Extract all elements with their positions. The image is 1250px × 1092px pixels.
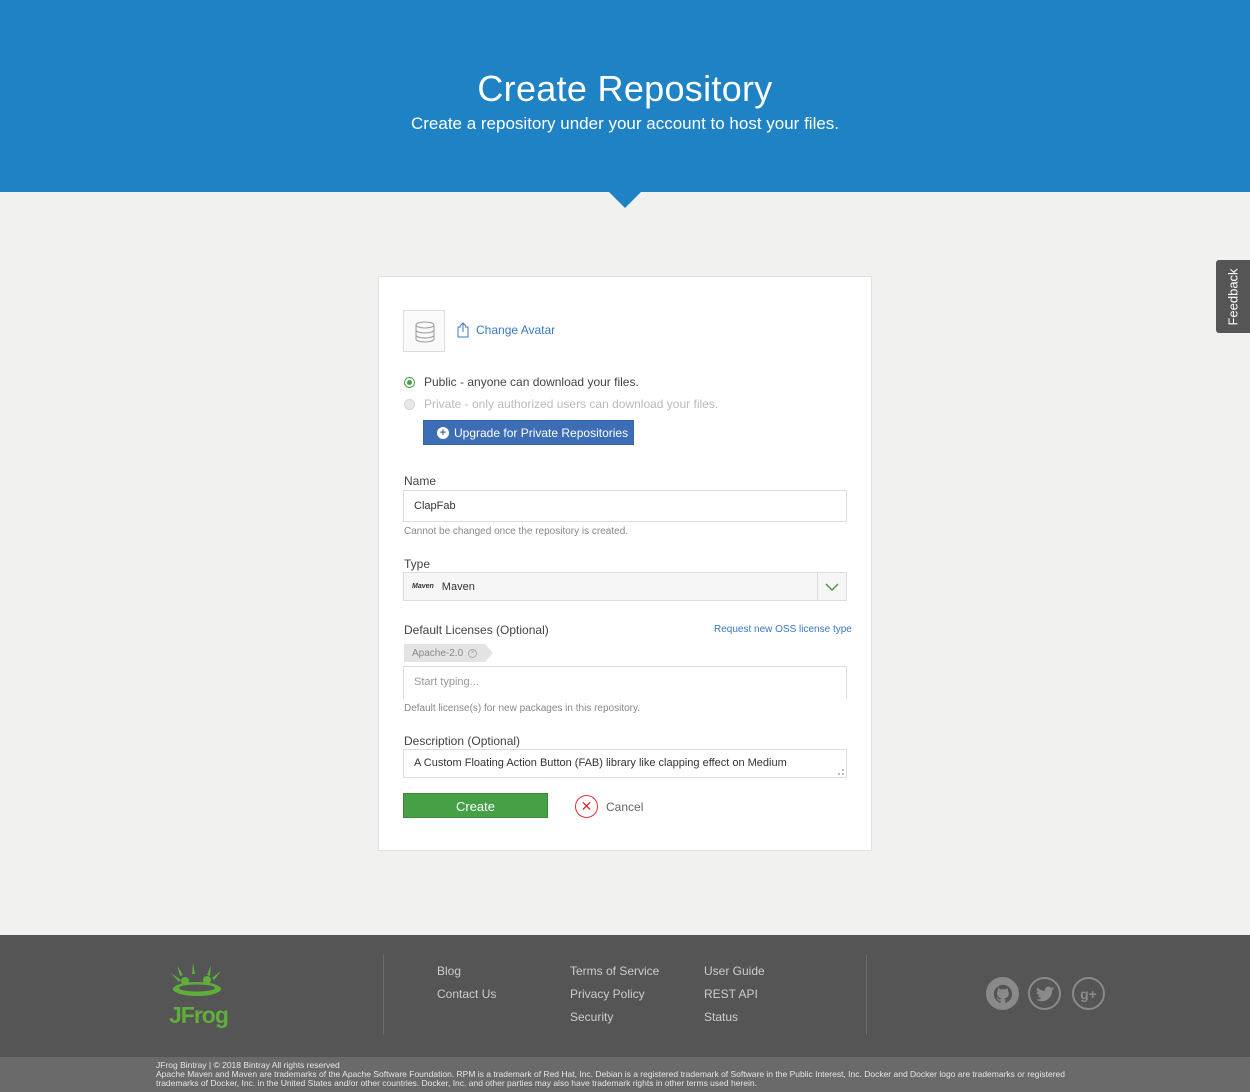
maven-logo: Maven — [412, 583, 434, 590]
type-select[interactable]: Maven Maven — [403, 572, 847, 601]
header-pointer — [609, 192, 641, 208]
footer-link-rest-api[interactable]: REST API — [704, 987, 758, 1001]
change-avatar-link[interactable]: Change Avatar — [457, 322, 555, 338]
database-icon — [415, 321, 435, 343]
github-icon[interactable] — [986, 977, 1019, 1010]
footer-divider — [866, 955, 867, 1035]
type-value: Maven — [441, 580, 475, 593]
feedback-label: Feedback — [1225, 267, 1241, 326]
footer-divider — [383, 955, 384, 1035]
license-tag: Apache-2.0 × — [404, 644, 494, 662]
page-header: Create Repository Create a repository un… — [0, 0, 1250, 192]
type-label: Type — [404, 557, 431, 571]
description-textarea[interactable]: A Custom Floating Action Button (FAB) li… — [403, 749, 847, 778]
trademark-text: Apache Maven and Maven are trademarks of… — [156, 1069, 1066, 1088]
footer-link-blog[interactable]: Blog — [437, 964, 461, 978]
public-option[interactable]: Public - anyone can download your files. — [404, 375, 639, 389]
page-title: Create Repository — [477, 68, 773, 109]
repository-avatar — [403, 310, 445, 352]
private-radio — [404, 398, 415, 410]
name-hint: Cannot be changed once the repository is… — [404, 526, 629, 537]
public-label: Public - anyone can download your files. — [424, 375, 639, 389]
upgrade-private-button[interactable]: + Upgrade for Private Repositories — [423, 420, 634, 445]
page-subtitle: Create a repository under your account t… — [410, 114, 840, 133]
jfrog-logo[interactable]: JFrog — [163, 961, 231, 1034]
change-avatar-label: Change Avatar — [476, 323, 556, 337]
feedback-tab[interactable]: Feedback — [1216, 260, 1250, 333]
create-repository-form: Change Avatar Public - anyone can downlo… — [378, 276, 872, 851]
upload-icon — [457, 322, 469, 338]
cancel-label: Cancel — [606, 799, 644, 814]
license-placeholder: Start typing... — [414, 676, 479, 688]
licenses-label: Default Licenses (Optional) — [404, 623, 549, 637]
site-footer: JFrog Blog Contact Us Terms of Service P… — [0, 935, 1250, 1057]
footer-link-status[interactable]: Status — [704, 1010, 738, 1024]
name-label: Name — [404, 474, 437, 488]
upgrade-label: Upgrade for Private Repositories — [454, 425, 629, 440]
twitter-icon[interactable] — [1028, 977, 1061, 1010]
footer-link-privacy[interactable]: Privacy Policy — [570, 987, 645, 1001]
licenses-hint: Default license(s) for new packages in t… — [404, 703, 641, 714]
remove-tag-icon[interactable]: × — [468, 648, 478, 658]
cancel-button[interactable]: ✕ Cancel — [575, 795, 643, 818]
chevron-down-icon[interactable] — [817, 573, 846, 600]
private-label: Private - only authorized users can down… — [424, 397, 719, 411]
request-license-link[interactable]: Request new OSS license type — [714, 624, 852, 635]
license-tag-label: Apache-2.0 — [412, 647, 464, 659]
create-button[interactable]: Create — [403, 793, 548, 818]
description-value: A Custom Floating Action Button (FAB) li… — [414, 757, 787, 769]
private-option: Private - only authorized users can down… — [404, 397, 718, 411]
footer-link-contact[interactable]: Contact Us — [437, 987, 496, 1001]
jfrog-logo-text: JFrog — [169, 1002, 228, 1028]
public-radio[interactable] — [404, 376, 415, 388]
plus-circle-icon: + — [437, 426, 449, 439]
close-icon: ✕ — [575, 795, 598, 818]
name-input[interactable] — [403, 490, 847, 522]
description-label: Description (Optional) — [404, 734, 521, 748]
google-plus-icon[interactable]: g+ — [1072, 977, 1105, 1010]
footer-link-user-guide[interactable]: User Guide — [704, 964, 765, 978]
footer-link-security[interactable]: Security — [570, 1010, 613, 1024]
footer-link-terms[interactable]: Terms of Service — [570, 964, 659, 978]
license-search-input[interactable]: Start typing... — [403, 666, 847, 699]
resize-handle-icon[interactable] — [838, 769, 844, 775]
legal-bar: JFrog Bintray | © 2018 Bintray All right… — [0, 1057, 1250, 1092]
